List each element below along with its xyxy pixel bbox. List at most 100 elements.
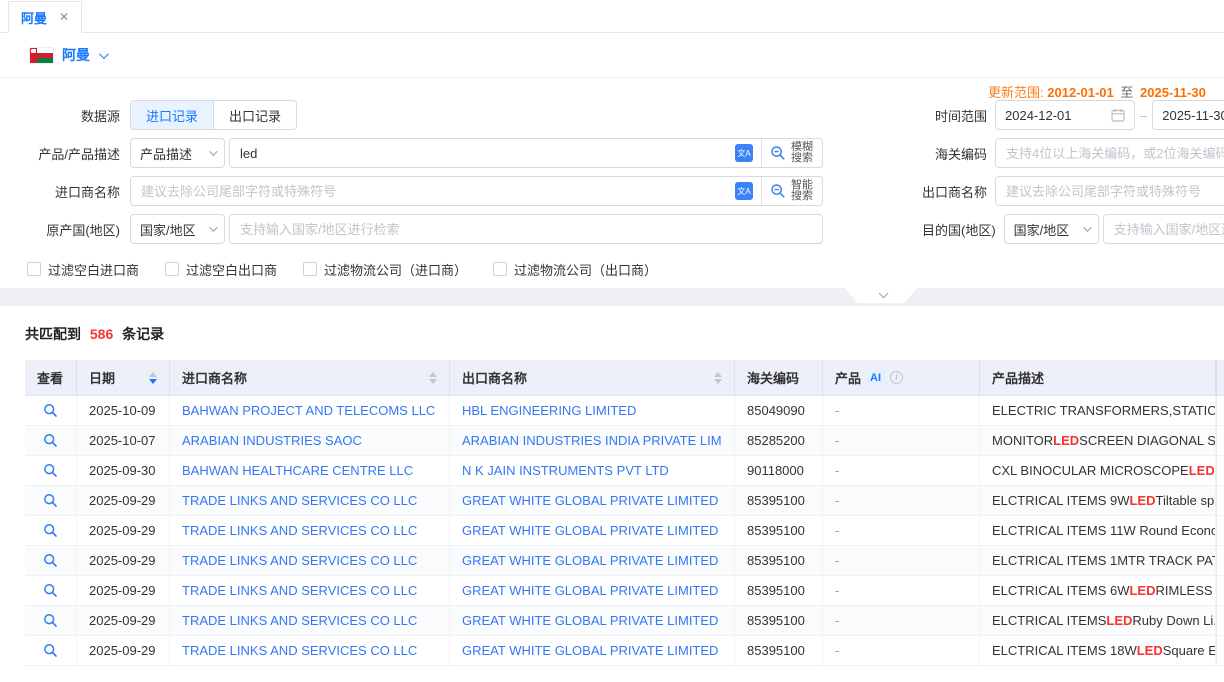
scrollbar-gutter[interactable] [1216,606,1224,635]
importer-link[interactable]: TRADE LINKS AND SERVICES CO LLC [182,613,417,628]
scrollbar-gutter[interactable] [1216,636,1224,665]
smart-search-label: 智能搜索 [791,180,814,203]
view-record-button[interactable] [25,456,77,485]
scrollbar-gutter[interactable] [1216,516,1224,545]
importer-link[interactable]: BAHWAN PROJECT AND TELECOMS LLC [182,403,435,418]
sort-descending-icon[interactable] [714,379,722,384]
country-name[interactable]: 阿曼 [62,45,90,65]
cell-importer: TRADE LINKS AND SERVICES CO LLC [170,576,450,605]
exporter-link[interactable]: GREAT WHITE GLOBAL PRIVATE LIMITED [462,643,718,658]
calendar-icon [1111,108,1125,122]
exporter-link[interactable]: GREAT WHITE GLOBAL PRIVATE LIMITED [462,583,718,598]
smart-search-button[interactable]: 智能搜索 [762,177,822,205]
exporter-link[interactable]: GREAT WHITE GLOBAL PRIVATE LIMITED [462,553,718,568]
scrollbar-gutter[interactable] [1216,426,1224,455]
update-range-to: 2025-11-30 [1140,85,1206,100]
update-range-to-word: 至 [1120,85,1133,100]
importer-name-input[interactable] [131,177,735,205]
table-row: 2025-09-29TRADE LINKS AND SERVICES CO LL… [25,576,1224,606]
sort-descending-icon[interactable] [429,379,437,384]
fuzzy-search-button[interactable]: 模糊搜索 [762,139,822,167]
sort-control[interactable] [141,372,157,384]
column-header-exporter[interactable]: 出口商名称 [450,360,735,395]
destination-country-select[interactable]: 国家/地区 [1004,214,1099,244]
sort-ascending-icon[interactable] [149,372,157,377]
checkbox-icon[interactable] [493,262,507,276]
product-value: - [835,523,839,538]
exporter-link[interactable]: GREAT WHITE GLOBAL PRIVATE LIMITED [462,523,718,538]
scrollbar-gutter[interactable] [1216,456,1224,485]
origin-country-select[interactable]: 国家/地区 [130,214,225,244]
exporter-link[interactable]: N K JAIN INSTRUMENTS PVT LTD [462,463,669,478]
importer-link[interactable]: TRADE LINKS AND SERVICES CO LLC [182,583,417,598]
exporter-name-input[interactable] [996,177,1224,205]
chevron-down-icon [209,147,217,155]
product-search-input[interactable] [230,139,735,167]
product-value: - [835,583,839,598]
exporter-link[interactable]: GREAT WHITE GLOBAL PRIVATE LIMITED [462,613,718,628]
view-record-button[interactable] [25,516,77,545]
view-record-button[interactable] [25,546,77,575]
sort-ascending-icon[interactable] [429,372,437,377]
exporter-link[interactable]: HBL ENGINEERING LIMITED [462,403,636,418]
collapse-form-button[interactable] [845,288,917,303]
scrollbar-gutter[interactable] [1216,360,1224,395]
cell-desc: ELCTRICAL ITEMS 18W LED Square E... [980,636,1216,665]
cell-hs_code: 85285200 [735,426,823,455]
checkbox-filter-blank-exporter[interactable]: 过滤空白出口商 [165,260,277,279]
date-from-input[interactable] [995,100,1135,130]
importer-link[interactable]: BAHWAN HEALTHCARE CENTRE LLC [182,463,413,478]
chevron-down-icon[interactable] [99,49,109,59]
sort-control[interactable] [421,372,437,384]
cell-hs_code: 85395100 [735,516,823,545]
column-header-date[interactable]: 日期 [77,360,170,395]
sort-control[interactable] [706,372,722,384]
scrollbar-gutter[interactable] [1216,576,1224,605]
translate-icon[interactable]: 文A [735,182,753,200]
checkbox-icon[interactable] [303,262,317,276]
destination-country-select-value: 国家/地区 [1014,220,1070,239]
close-icon[interactable]: ✕ [59,10,69,24]
exporter-link[interactable]: GREAT WHITE GLOBAL PRIVATE LIMITED [462,493,718,508]
scrollbar-gutter[interactable] [1216,486,1224,515]
tab-oman[interactable]: 阿曼 ✕ [8,1,82,33]
column-header-importer[interactable]: 进口商名称 [170,360,450,395]
sort-ascending-icon[interactable] [714,372,722,377]
scrollbar-gutter[interactable] [1216,546,1224,575]
exporter-link[interactable]: ARABIAN INDUSTRIES INDIA PRIVATE LIMIT..… [462,433,722,448]
view-record-button[interactable] [25,576,77,605]
import-records-tab[interactable]: 进口记录 [131,101,213,129]
view-record-button[interactable] [25,486,77,515]
importer-link[interactable]: TRADE LINKS AND SERVICES CO LLC [182,643,417,658]
checkbox-filter-logistics-exporter[interactable]: 过滤物流公司（出口商） [493,260,657,279]
sort-descending-icon[interactable] [149,379,157,384]
export-records-tab[interactable]: 出口记录 [213,101,296,129]
product-type-select[interactable]: 产品描述 [130,138,225,168]
cell-hs_code: 85395100 [735,576,823,605]
checkbox-icon[interactable] [165,262,179,276]
view-record-button[interactable] [25,426,77,455]
checkbox-icon[interactable] [27,262,41,276]
hs-code-input[interactable] [996,139,1224,167]
checkbox-filter-logistics-importer[interactable]: 过滤物流公司（进口商） [303,260,467,279]
cell-product: - [823,636,980,665]
date-to-value[interactable] [1162,108,1224,123]
info-icon[interactable]: i [890,371,903,384]
importer-link[interactable]: TRADE LINKS AND SERVICES CO LLC [182,493,417,508]
importer-link[interactable]: TRADE LINKS AND SERVICES CO LLC [182,523,417,538]
destination-country-input[interactable] [1104,215,1224,243]
date-from-value[interactable] [1005,108,1105,123]
tab-bar: 阿曼 ✕ [0,0,1224,33]
date-to-input[interactable] [1152,100,1224,130]
view-record-button[interactable] [25,606,77,635]
checkbox-filter-blank-importer[interactable]: 过滤空白进口商 [27,260,139,279]
view-record-button[interactable] [25,636,77,665]
exporter-input-group [995,176,1224,206]
view-record-button[interactable] [25,396,77,425]
scrollbar-gutter[interactable] [1216,396,1224,425]
importer-link[interactable]: TRADE LINKS AND SERVICES CO LLC [182,553,417,568]
translate-icon[interactable]: 文A [735,144,753,162]
origin-country-input[interactable] [230,215,813,243]
importer-link[interactable]: ARABIAN INDUSTRIES SAOC [182,433,362,448]
destination-country-row: 目的国(地区) 国家/地区 [922,214,1224,244]
